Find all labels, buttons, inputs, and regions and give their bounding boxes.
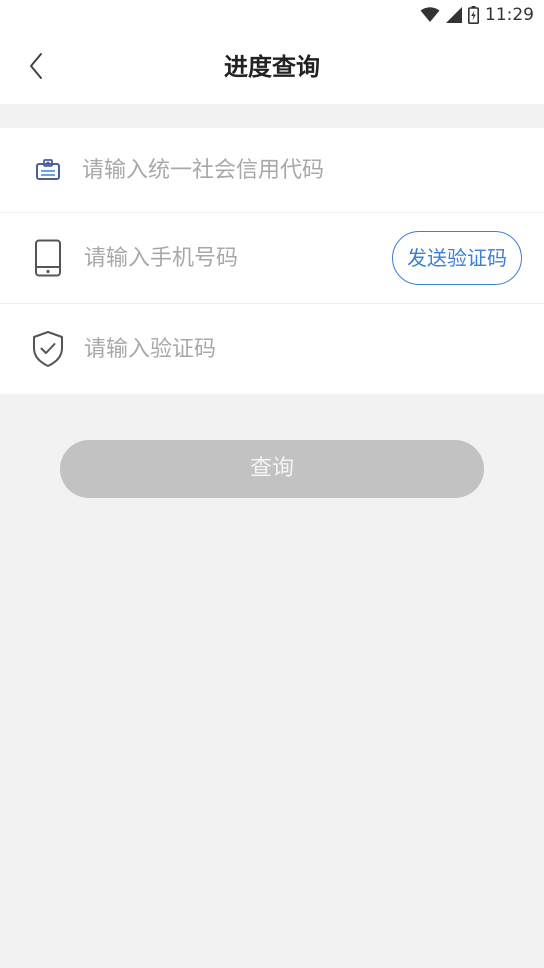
chevron-left-icon xyxy=(28,52,44,84)
back-button[interactable] xyxy=(18,50,54,86)
query-form: 发送验证码 xyxy=(0,128,544,394)
shield-check-icon xyxy=(30,331,66,367)
status-time: 11:29 xyxy=(485,5,534,25)
id-card-icon xyxy=(30,152,66,188)
status-icons: 11:29 xyxy=(420,4,534,26)
page-title: 进度查询 xyxy=(224,53,320,81)
phone-icon xyxy=(30,239,66,277)
verify-code-input[interactable] xyxy=(82,328,544,370)
status-bar: 11:29 xyxy=(0,0,544,30)
signal-icon xyxy=(446,7,462,23)
query-button[interactable]: 查询 xyxy=(60,440,484,498)
battery-icon xyxy=(468,6,479,24)
phone-row: 发送验证码 xyxy=(0,213,544,304)
credit-code-row xyxy=(0,128,544,213)
wifi-icon xyxy=(420,7,440,23)
send-code-button[interactable]: 发送验证码 xyxy=(392,231,522,285)
verify-code-row xyxy=(0,304,544,394)
app-header: 进度查询 xyxy=(0,30,544,104)
credit-code-input[interactable] xyxy=(80,149,544,191)
